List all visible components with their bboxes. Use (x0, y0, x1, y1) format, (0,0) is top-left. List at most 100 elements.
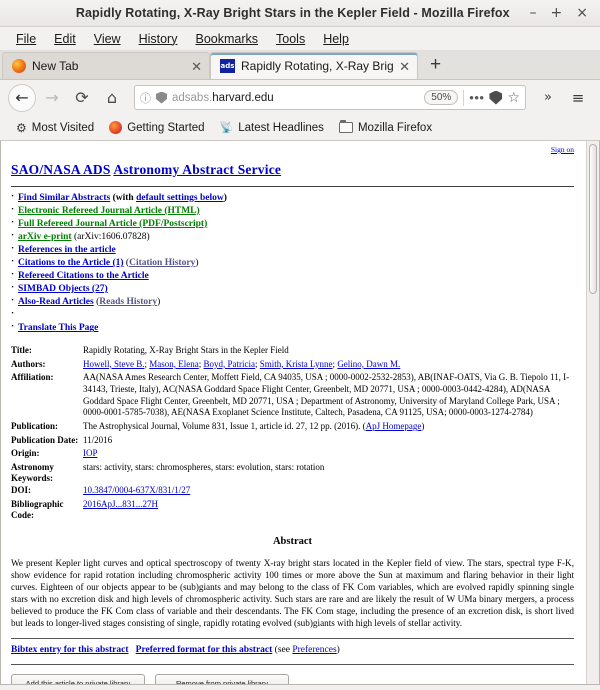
citation-history-link[interactable]: Citation History (129, 258, 195, 268)
keywords-value: stars: activity, stars: chromospheres, s… (83, 462, 325, 473)
bookmark-star-icon[interactable]: ☆ (507, 90, 520, 106)
close-button[interactable]: × (576, 6, 588, 20)
bookmark-getting-started[interactable]: Getting Started (103, 119, 210, 136)
bibtex-entry-link[interactable]: Bibtex entry for this abstract (11, 645, 129, 655)
simbad-objects-link[interactable]: SIMBAD Objects (27) (18, 284, 108, 294)
firefox-icon (109, 121, 123, 134)
maximize-button[interactable]: + (551, 6, 563, 20)
publication-text-end: ) (421, 421, 425, 432)
author-link[interactable]: Mason, Elena (149, 359, 199, 369)
divider (11, 185, 574, 187)
citations-to-the-article-link[interactable]: Citations to the Article (1) (18, 258, 124, 268)
tab-bar: New Tab ✕ ads Rapidly Rotating, X-Ray Br… (0, 51, 600, 80)
back-icon[interactable]: ← (8, 83, 36, 112)
origin-label: Origin: (11, 448, 40, 459)
menu-view[interactable]: View (86, 30, 129, 48)
footer-links: Bibtex entry for this abstract Preferred… (11, 645, 574, 657)
arxiv-eprint-link[interactable]: arXiv e-print (18, 232, 72, 242)
scrollbar-thumb[interactable] (589, 144, 597, 294)
refereed-citations-to-the-article-link[interactable]: Refereed Citations to the Article (18, 271, 149, 281)
tracking-protection-icon[interactable] (156, 91, 167, 104)
hamburger-menu-icon[interactable]: ≡ (564, 84, 592, 112)
minimize-button[interactable]: – (530, 6, 537, 20)
divider (463, 89, 465, 106)
menu-file-label: File (16, 31, 37, 46)
author-link[interactable]: Boyd, Patricia (204, 359, 256, 369)
bookmark-getting-started-label: Getting Started (127, 121, 205, 134)
list-item: Find Similar Abstracts (with default set… (11, 192, 574, 205)
home-icon[interactable]: ⌂ (98, 84, 126, 112)
preferences-link[interactable]: Preferences (292, 645, 336, 655)
reads-history-link[interactable]: Reads History (99, 297, 157, 307)
reload-icon[interactable]: ⟳ (68, 84, 96, 112)
menu-bar: File Edit View History Bookmarks Tools H… (0, 27, 600, 51)
apj-homepage-link[interactable]: ApJ Homepage (366, 421, 422, 431)
affiliation-value: AA(NASA Ames Research Center, Moffett Fi… (83, 372, 570, 418)
also-read-articles-link[interactable]: Also-Read Articles (18, 297, 94, 307)
overflow-icon[interactable]: » (534, 84, 562, 112)
tab-ads-abstract[interactable]: ads Rapidly Rotating, X-Ray Bright ✕ (210, 52, 418, 79)
find-similar-abstracts-link[interactable]: Find Similar Abstracts (18, 193, 110, 203)
add-to-private-library-button[interactable]: Add this article to private library (11, 674, 145, 684)
origin-iop-link[interactable]: IOP (83, 448, 98, 458)
sao-nasa-ads-link[interactable]: SAO/NASA ADS (11, 162, 111, 177)
table-row: Publication Date: 11/2016 (11, 435, 574, 449)
remove-from-private-library-button[interactable]: Remove from private library (155, 674, 289, 684)
bookmark-most-visited[interactable]: ⚙ Most Visited (10, 119, 100, 137)
menu-file[interactable]: File (8, 30, 44, 48)
address-bar[interactable]: ⓘ adsabs.harvard.edu 50% ••• ☆ (134, 85, 526, 110)
list-item-spacer (11, 309, 574, 322)
authors-label: Authors: (11, 358, 46, 369)
publication-date-label: Publication Date: (11, 434, 79, 445)
pocket-icon[interactable] (489, 90, 503, 105)
list-item: References in the article (11, 244, 574, 257)
author-link[interactable]: Smith, Krista Lynne (260, 359, 333, 369)
abstract-heading: Abstract (272, 536, 313, 548)
table-row: Title: Rapidly Rotating, X-Ray Bright St… (11, 345, 574, 359)
author-link[interactable]: Howell, Steve B. (83, 359, 145, 369)
page-info-icon[interactable]: ⓘ (140, 90, 151, 106)
bookmark-mozilla-firefox-folder[interactable]: Mozilla Firefox (333, 120, 438, 136)
window-titlebar: Rapidly Rotating, X-Ray Bright Stars in … (0, 0, 600, 27)
zoom-level-badge[interactable]: 50% (424, 90, 459, 105)
table-row: Bibliographic Code: 2016ApJ...831...27H (11, 499, 574, 522)
publication-value: The Astrophysical Journal, Volume 831, I… (83, 421, 574, 435)
bookmark-latest-headlines[interactable]: 📡 Latest Headlines (214, 119, 330, 136)
close-icon[interactable]: ✕ (191, 60, 202, 73)
menu-edit[interactable]: Edit (46, 30, 84, 48)
bookmark-most-visited-label: Most Visited (31, 121, 95, 134)
title-label: Title: (11, 344, 32, 355)
references-in-the-article-link[interactable]: References in the article (18, 245, 116, 255)
menu-history[interactable]: History (131, 30, 186, 48)
navigation-toolbar: ← → ⟳ ⌂ ⓘ adsabs.harvard.edu 50% ••• ☆ »… (0, 80, 600, 115)
astronomy-abstract-service-link[interactable]: Astronomy Abstract Service (113, 162, 281, 177)
bibcode-link[interactable]: 2016ApJ...831...27H (83, 499, 158, 509)
publication-label: Publication: (11, 421, 59, 432)
page-actions-icon[interactable]: ••• (469, 90, 484, 105)
link-suffix-post: ) (157, 297, 161, 308)
divider (11, 664, 574, 666)
menu-help[interactable]: Help (315, 30, 357, 48)
menu-tools[interactable]: Tools (268, 30, 313, 48)
page-scrollbar[interactable] (586, 141, 599, 684)
authors-value: Howell, Steve B.; Mason, Elena; Boyd, Pa… (83, 358, 401, 369)
menu-bookmarks[interactable]: Bookmarks (187, 30, 266, 48)
preferred-format-link[interactable]: Preferred format for this abstract (136, 645, 273, 655)
author-link[interactable]: Gelino, Dawn M. (337, 359, 400, 369)
electronic-refereed-journal-article-html-link[interactable]: Electronic Refereed Journal Article (HTM… (18, 206, 200, 216)
close-icon[interactable]: ✕ (399, 60, 410, 73)
forward-icon[interactable]: → (38, 84, 66, 112)
bibcode-value: 2016ApJ...831...27H (83, 499, 574, 522)
bookmarks-toolbar: ⚙ Most Visited Getting Started 📡 Latest … (0, 115, 600, 141)
menu-bookmarks-label: Bookmarks (195, 31, 259, 46)
translate-this-page-link[interactable]: Translate This Page (18, 323, 98, 333)
full-refereed-journal-article-pdf-link[interactable]: Full Refereed Journal Article (PDF/Posts… (18, 219, 207, 229)
tab-new-tab[interactable]: New Tab ✕ (2, 52, 210, 79)
origin-value: IOP (83, 448, 574, 462)
list-item: arXiv e-print (arXiv:1606.07828) (11, 231, 574, 244)
new-tab-button[interactable]: + (418, 55, 453, 76)
sign-on-link[interactable]: Sign on (551, 145, 574, 154)
default-settings-below-link[interactable]: default settings below (136, 193, 224, 203)
doi-link[interactable]: 10.3847/0004-637X/831/1/27 (83, 485, 190, 495)
list-item: Also-Read Articles (Reads History) (11, 296, 574, 309)
